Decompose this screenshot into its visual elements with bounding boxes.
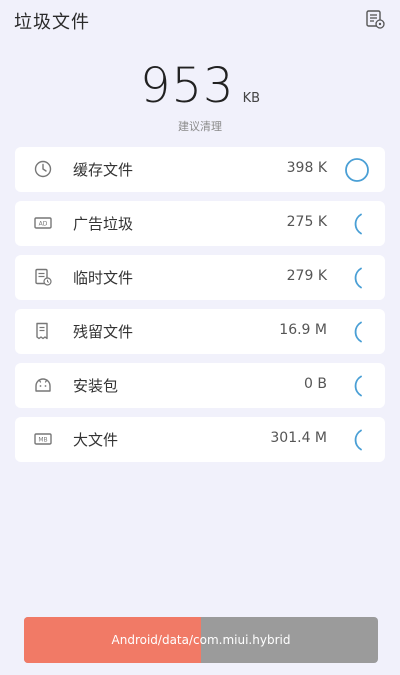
loading-spinner-icon xyxy=(343,264,371,292)
header: 垃圾文件 xyxy=(0,0,400,40)
junk-size-value: 953 xyxy=(139,58,235,114)
android-icon xyxy=(33,375,53,395)
large-file-icon: MB xyxy=(33,429,53,449)
category-residual-files[interactable]: 残留文件 16.9 M xyxy=(15,309,385,354)
svg-text:MB: MB xyxy=(38,437,47,444)
category-temp-files[interactable]: 临时文件 279 K xyxy=(15,255,385,300)
file-settings-icon[interactable] xyxy=(364,8,386,30)
category-ad-junk[interactable]: AD 广告垃圾 275 K xyxy=(15,201,385,246)
scan-path-label: Android/data/com.miui.hybrid xyxy=(111,633,291,647)
page-title: 垃圾文件 xyxy=(14,12,90,33)
loading-spinner-icon xyxy=(343,318,371,346)
category-label: 安装包 xyxy=(73,377,119,395)
clock-icon xyxy=(33,159,53,179)
category-size: 279 K xyxy=(286,268,327,284)
category-large-files[interactable]: MB 大文件 301.4 M xyxy=(15,417,385,462)
residual-file-icon xyxy=(33,321,53,341)
loading-spinner-icon xyxy=(343,210,371,238)
category-label: 大文件 xyxy=(73,431,119,449)
complete-icon xyxy=(343,156,371,184)
temp-file-icon xyxy=(33,267,53,287)
junk-size-unit: KB xyxy=(242,91,261,106)
category-label: 缓存文件 xyxy=(73,161,134,179)
category-size: 0 B xyxy=(304,376,327,392)
svg-text:AD: AD xyxy=(39,221,48,228)
category-size: 398 K xyxy=(286,160,327,176)
junk-category-list: 缓存文件 398 K AD 广告垃圾 275 K 临时文件 279 K 残留文件… xyxy=(15,147,385,471)
loading-spinner-icon xyxy=(343,372,371,400)
category-label: 残留文件 xyxy=(73,323,134,341)
category-size: 16.9 M xyxy=(279,322,327,338)
suggestion-text: 建议清理 xyxy=(178,120,222,133)
category-size: 301.4 M xyxy=(270,430,327,446)
category-install-packages[interactable]: 安装包 0 B xyxy=(15,363,385,408)
scan-progress-button[interactable]: Android/data/com.miui.hybrid xyxy=(24,617,378,663)
loading-spinner-icon xyxy=(343,426,371,454)
category-label: 临时文件 xyxy=(73,269,134,287)
category-cache[interactable]: 缓存文件 398 K xyxy=(15,147,385,192)
category-label: 广告垃圾 xyxy=(73,215,134,233)
junk-summary: 953 KB 建议清理 xyxy=(0,58,400,134)
category-size: 275 K xyxy=(286,214,327,230)
ad-icon: AD xyxy=(33,213,53,233)
